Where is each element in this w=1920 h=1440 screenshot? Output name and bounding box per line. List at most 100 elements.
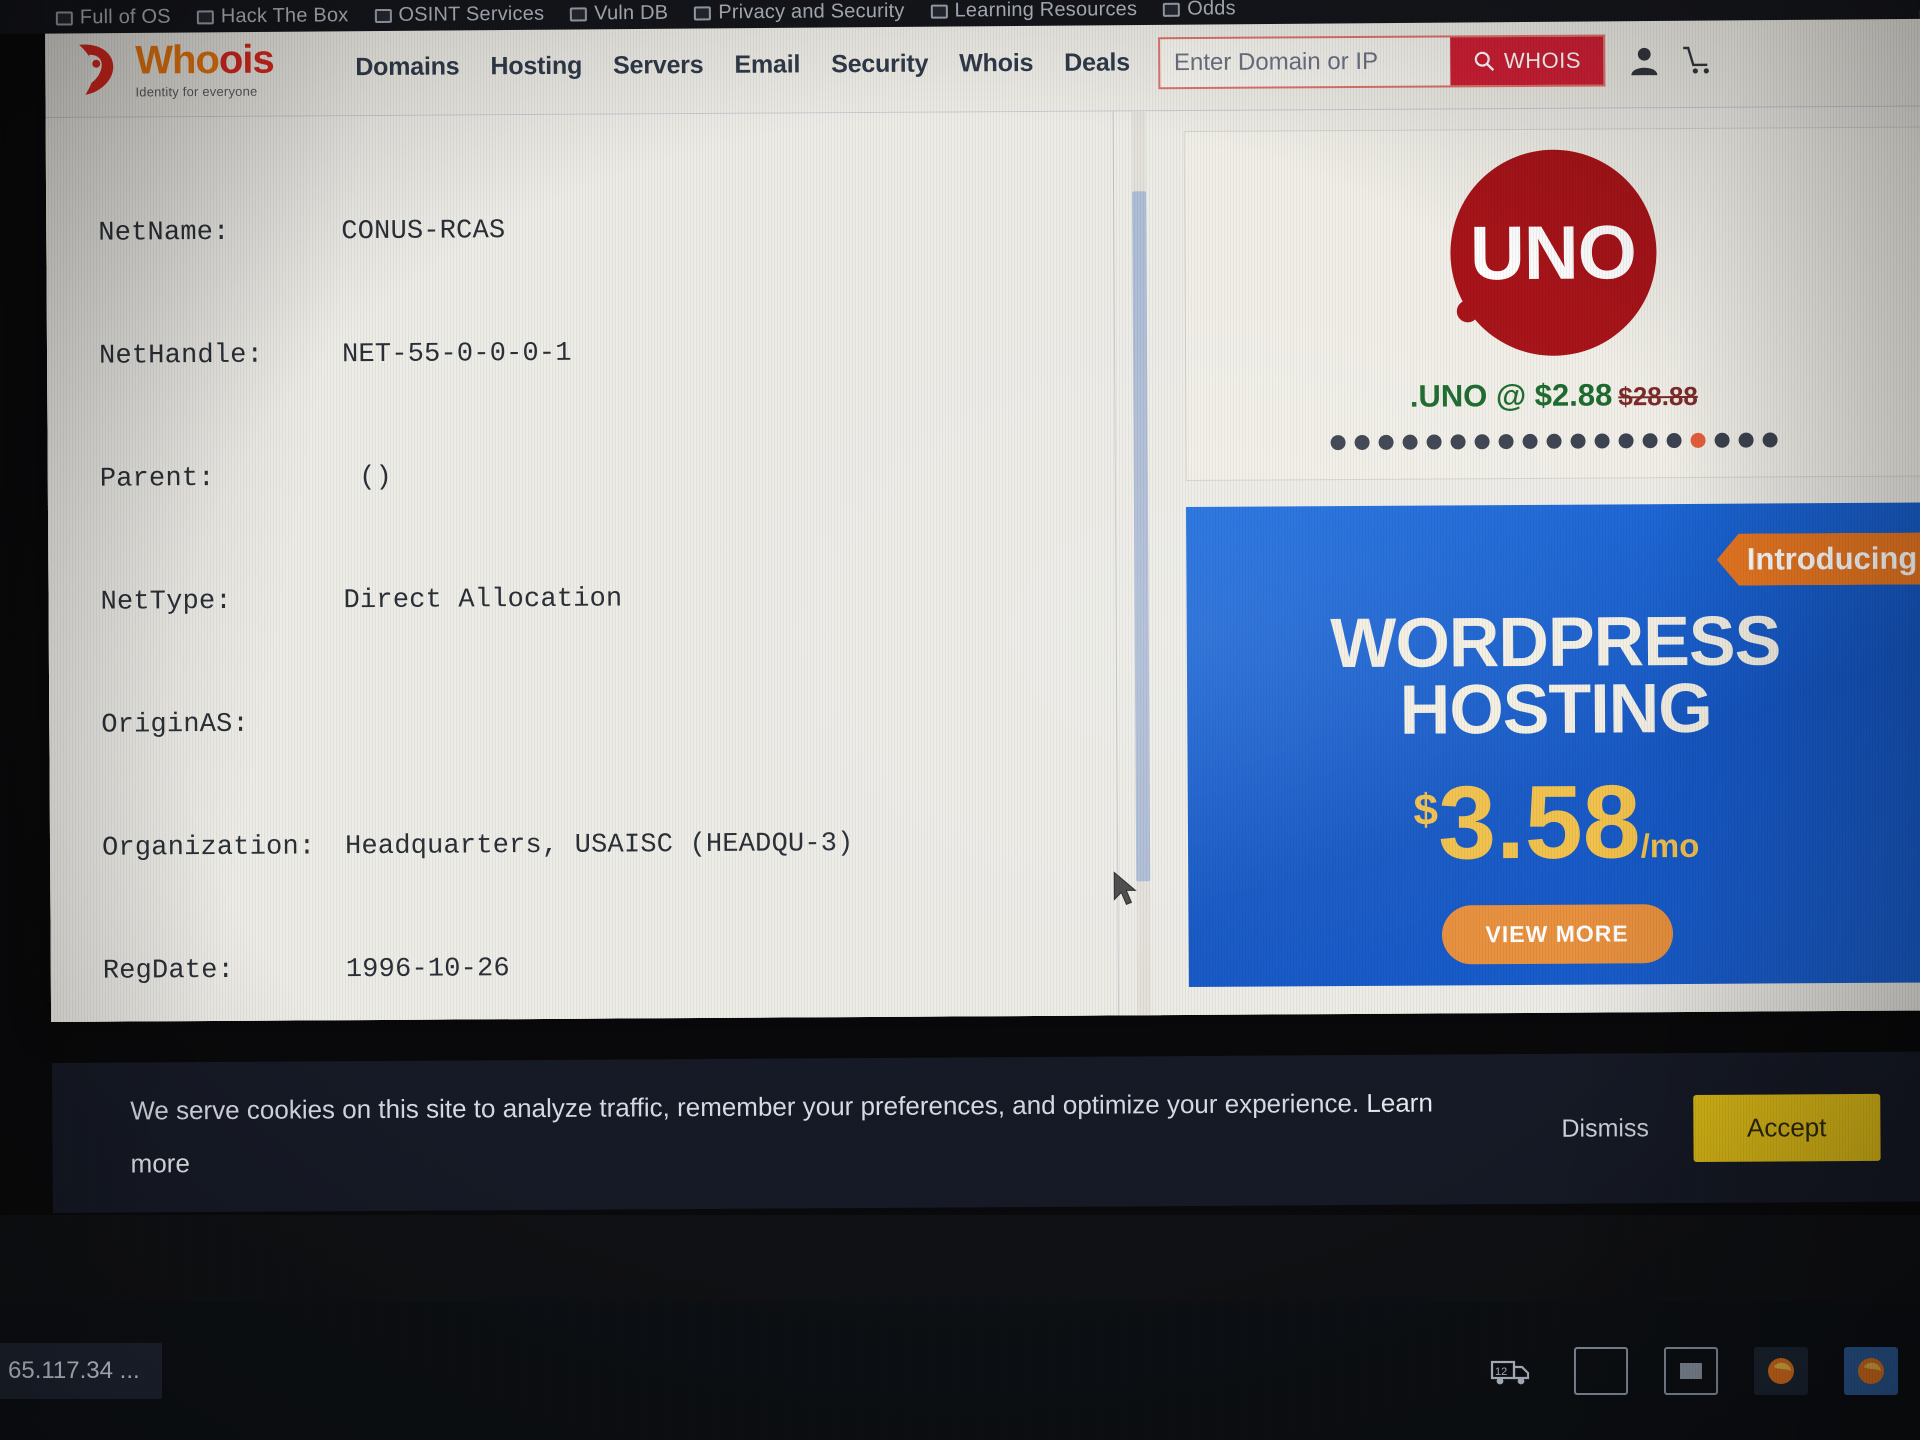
search-input[interactable] xyxy=(1159,36,1451,87)
cookie-actions: Dismiss Accept xyxy=(1561,1093,1881,1162)
whois-key: NetName: xyxy=(98,217,230,249)
carousel-dot[interactable] xyxy=(1330,435,1346,451)
bookmark-folder[interactable]: Odds xyxy=(1163,0,1236,21)
carousel-dot[interactable] xyxy=(1450,434,1466,450)
carousel-dot[interactable] xyxy=(1642,433,1658,449)
carousel-dot[interactable] xyxy=(1426,434,1442,450)
whois-line: Parent: () xyxy=(100,453,1158,500)
promo-carousel-dots[interactable] xyxy=(1330,432,1778,451)
page-content: NetName: CONUS-RCAS NetHandle: NET-55-0-0-… xyxy=(45,106,1920,1022)
logo-wordmark: Whoois xyxy=(135,37,274,82)
whois-line: NetType: Direct Allocation xyxy=(100,576,1158,623)
wordpress-price: $3.58/mo xyxy=(1188,764,1920,881)
carousel-dot[interactable] xyxy=(1594,433,1610,449)
whois-results-panel[interactable]: NetName: CONUS-RCAS NetHandle: NET-55-0-0-… xyxy=(45,111,1162,1022)
whois-key: Parent: xyxy=(99,463,215,495)
whois-value: () xyxy=(342,462,393,494)
bookmark-folder[interactable]: Privacy and Security xyxy=(694,0,905,25)
system-tray: 12 xyxy=(1484,1347,1920,1395)
carousel-dot[interactable] xyxy=(1378,434,1394,450)
user-icon[interactable] xyxy=(1627,43,1661,77)
bookmark-label: Learning Resources xyxy=(954,0,1138,22)
whois-key: Organization: xyxy=(101,832,316,864)
bookmark-label: Odds xyxy=(1187,0,1236,20)
firefox-icon[interactable] xyxy=(1754,1347,1808,1395)
view-more-button[interactable]: VIEW MORE xyxy=(1441,904,1673,965)
site-logo[interactable]: Whoois Identity for everyone xyxy=(69,37,319,99)
carousel-dot[interactable] xyxy=(1402,434,1418,450)
whois-value: Direct Allocation xyxy=(343,584,623,617)
logo-o: o xyxy=(218,37,243,82)
carousel-dot[interactable] xyxy=(1522,433,1538,449)
carousel-dot[interactable] xyxy=(1738,432,1754,448)
bookmark-folder[interactable]: OSINT Services xyxy=(374,3,544,27)
files-icon[interactable] xyxy=(1664,1347,1718,1395)
carousel-dot-active[interactable] xyxy=(1690,432,1706,448)
wordpress-banner-title: WORDPRESS HOSTING xyxy=(1187,601,1920,749)
bookmark-folder[interactable]: Vuln DB xyxy=(570,2,668,26)
accept-button[interactable]: Accept xyxy=(1692,1093,1881,1162)
cart-icon[interactable] xyxy=(1681,43,1713,75)
folder-icon xyxy=(930,4,948,19)
whois-line: NetName: CONUS-RCAS xyxy=(98,207,1156,254)
whois-search-button[interactable]: WHOIS xyxy=(1449,35,1604,85)
bookmark-folder[interactable]: Full of OS xyxy=(55,5,171,30)
uno-badge-icon: UNO xyxy=(1449,149,1657,357)
domain-search-group: WHOIS xyxy=(1157,33,1606,89)
whois-line: OriginAS: xyxy=(101,699,1159,746)
nav-servers[interactable]: Servers xyxy=(613,51,704,81)
dismiss-button[interactable]: Dismiss xyxy=(1561,1114,1649,1144)
window-icon[interactable] xyxy=(1574,1347,1628,1395)
introducing-ribbon: Introducing xyxy=(1717,532,1920,586)
wp-period: /mo xyxy=(1640,826,1700,865)
uno-price-line: .UNO @ $2.88 $28.88 xyxy=(1410,377,1698,415)
folder-icon xyxy=(1163,2,1181,17)
bookmark-label: OSINT Services xyxy=(398,2,545,26)
wordpress-hosting-banner[interactable]: Introducing WORDPRESS HOSTING $3.58/mo V… xyxy=(1185,502,1920,988)
uno-promo-card[interactable]: UNO .UNO @ $2.88 $28.88 xyxy=(1183,126,1920,482)
carousel-dot[interactable] xyxy=(1570,433,1586,449)
nav-email[interactable]: Email xyxy=(734,50,800,79)
uno-dot-icon xyxy=(1456,300,1479,323)
carousel-dot[interactable] xyxy=(1474,434,1490,450)
carousel-dot[interactable] xyxy=(1618,433,1634,449)
folder-icon xyxy=(570,6,588,22)
logo-is: is xyxy=(242,37,274,82)
whois-value: Headquarters, USAISC (HEADQU-3) xyxy=(344,829,854,863)
search-icon xyxy=(1474,51,1494,71)
nav-deals[interactable]: Deals xyxy=(1064,48,1130,77)
folder-icon xyxy=(55,10,73,26)
bookmark-label: Full of OS xyxy=(79,5,171,29)
whois-key: NetHandle: xyxy=(98,340,264,372)
whois-key: NetType: xyxy=(100,586,232,618)
carousel-dot[interactable] xyxy=(1714,432,1730,448)
carousel-dot[interactable] xyxy=(1762,432,1778,448)
nav-domains[interactable]: Domains xyxy=(355,52,459,82)
uno-price-current: .UNO @ $2.88 xyxy=(1409,377,1613,414)
desktop-background xyxy=(0,1215,1920,1315)
carousel-dot[interactable] xyxy=(1666,433,1682,449)
firefox-active-icon[interactable] xyxy=(1844,1347,1898,1395)
carousel-dot[interactable] xyxy=(1546,433,1562,449)
carousel-dot[interactable] xyxy=(1498,434,1514,450)
taskbar-window-button[interactable]: 65.117.34 ... xyxy=(0,1343,162,1399)
whois-output: NetName: CONUS-RCAS NetHandle: NET-55-0-0-… xyxy=(98,125,1161,1022)
whois-value: NET-55-0-0-0-1 xyxy=(341,338,572,371)
whois-line: RegDate: 1996-10-26 xyxy=(103,945,1161,992)
folder-icon xyxy=(694,5,712,21)
cookie-message-text: We serve cookies on this site to analyze… xyxy=(130,1088,1360,1126)
nav-whois[interactable]: Whois xyxy=(959,49,1033,78)
whois-value: CONUS-RCAS xyxy=(341,216,506,248)
nav-hosting[interactable]: Hosting xyxy=(490,52,582,82)
logo-who: Who xyxy=(135,37,219,82)
carousel-dot[interactable] xyxy=(1354,434,1370,451)
bookmark-folder[interactable]: Learning Resources xyxy=(930,0,1137,23)
whois-key: OriginAS: xyxy=(101,709,250,741)
uno-price-original: $28.88 xyxy=(1618,380,1698,412)
screen-photo: Full of OS Hack The Box OSINT Services V… xyxy=(0,0,1920,1440)
bookmark-folder[interactable]: Hack The Box xyxy=(196,4,349,28)
mouse-cursor xyxy=(1112,871,1138,912)
cookie-message: We serve cookies on this site to analyze… xyxy=(130,1076,1461,1190)
truck-icon[interactable]: 12 xyxy=(1484,1347,1538,1395)
nav-security[interactable]: Security xyxy=(831,50,928,80)
